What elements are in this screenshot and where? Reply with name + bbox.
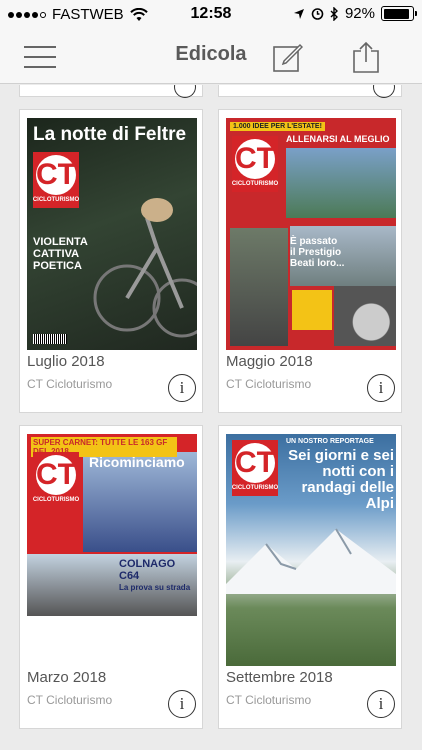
issue-publisher: CT Cicloturismo: [226, 693, 312, 707]
issue-card-marzo-2018[interactable]: SUPER CARNET: TUTTE LE 163 GF DEL 2018 C…: [19, 425, 203, 729]
issue-cover[interactable]: SUPER CARNET: TUTTE LE 163 GF DEL 2018 C…: [27, 434, 197, 666]
issue-card-luglio-2018[interactable]: La notte di Feltre CT CICLOTURISMO VIOLEN…: [19, 109, 203, 413]
cover-bottom-panel: [27, 616, 197, 666]
issue-title: Marzo 2018: [27, 669, 107, 686]
share-button[interactable]: [346, 38, 386, 76]
issue-cover[interactable]: UN NOSTRO REPORTAGE Sei giorni e sei not…: [226, 434, 396, 666]
location-arrow-icon: [293, 8, 304, 19]
compose-icon: [273, 43, 303, 72]
info-button[interactable]: i: [367, 374, 395, 402]
previous-issue-card[interactable]: [19, 85, 203, 98]
barcode: [33, 334, 67, 344]
issue-card-maggio-2018[interactable]: 1.000 IDEE PER L'ESTATE! ALLENARSI AL ME…: [218, 109, 402, 413]
cover-headline: La notte di Feltre: [33, 124, 187, 145]
cover-line: UN NOSTRO REPORTAGE: [286, 438, 374, 445]
issue-title: Maggio 2018: [226, 353, 313, 370]
cover-headline: ALLENARSI AL MEGLIO: [286, 134, 390, 144]
issue-cover[interactable]: La notte di Feltre CT CICLOTURISMO VIOLEN…: [27, 118, 197, 350]
info-icon: i: [179, 378, 185, 397]
ct-logo: CT CICLOTURISMO: [232, 440, 278, 496]
cover-line: Beati loro...: [290, 258, 345, 269]
battery-icon: [381, 6, 417, 21]
info-icon: i: [378, 694, 384, 713]
issue-title: Luglio 2018: [27, 353, 105, 370]
info-button[interactable]: i: [367, 690, 395, 718]
info-icon: [373, 85, 395, 98]
cover-line: La prova su strada: [119, 583, 191, 592]
issue-publisher: CT Cicloturismo: [27, 693, 113, 707]
issue-title: Settembre 2018: [226, 669, 333, 686]
issue-cover[interactable]: 1.000 IDEE PER L'ESTATE! ALLENARSI AL ME…: [226, 118, 396, 350]
cover-photo: [334, 286, 396, 346]
status-bar: FASTWEB 12:58 92%: [0, 0, 422, 30]
info-icon: i: [378, 378, 384, 397]
edit-button[interactable]: [268, 38, 308, 76]
ct-logo: CT CICLOTURISMO: [33, 452, 79, 508]
cover-line: Ricominciamo: [89, 454, 185, 470]
previous-issue-card[interactable]: [218, 85, 402, 98]
cover-line: È passato: [290, 236, 338, 247]
navigation-bar: Edicola: [0, 30, 422, 84]
cover-photo: [286, 148, 396, 218]
info-button[interactable]: i: [168, 690, 196, 718]
cyclist-illustration: [93, 198, 197, 338]
ct-logo: CT CICLOTURISMO: [33, 152, 79, 208]
alarm-icon: [311, 8, 324, 20]
cover-line: CATTIVA: [33, 248, 80, 260]
info-button[interactable]: i: [168, 374, 196, 402]
issues-grid: La notte di Feltre CT CICLOTURISMO VIOLEN…: [0, 85, 422, 750]
battery-percentage: 92%: [344, 5, 375, 22]
issue-card-settembre-2018[interactable]: UN NOSTRO REPORTAGE Sei giorni e sei not…: [218, 425, 402, 729]
info-icon: [174, 85, 196, 98]
cover-line: COLNAGO C64: [119, 558, 176, 582]
mountain-illustration: [226, 528, 396, 594]
cover-photo: [230, 228, 288, 346]
issue-publisher: CT Cicloturismo: [27, 377, 113, 391]
cover-headline: Sei giorni e sei notti con i randagi del…: [288, 447, 394, 512]
share-icon: [353, 41, 379, 73]
bluetooth-icon: [330, 6, 338, 21]
cover-line: POETICA: [33, 260, 82, 272]
issue-publisher: CT Cicloturismo: [226, 377, 312, 391]
ct-logo: CT CICLOTURISMO: [232, 136, 278, 192]
cover-badge: [292, 290, 332, 330]
cover-line: VIOLENTA: [33, 236, 88, 248]
info-icon: i: [179, 694, 185, 713]
cover-line: il Prestigio: [290, 247, 342, 258]
